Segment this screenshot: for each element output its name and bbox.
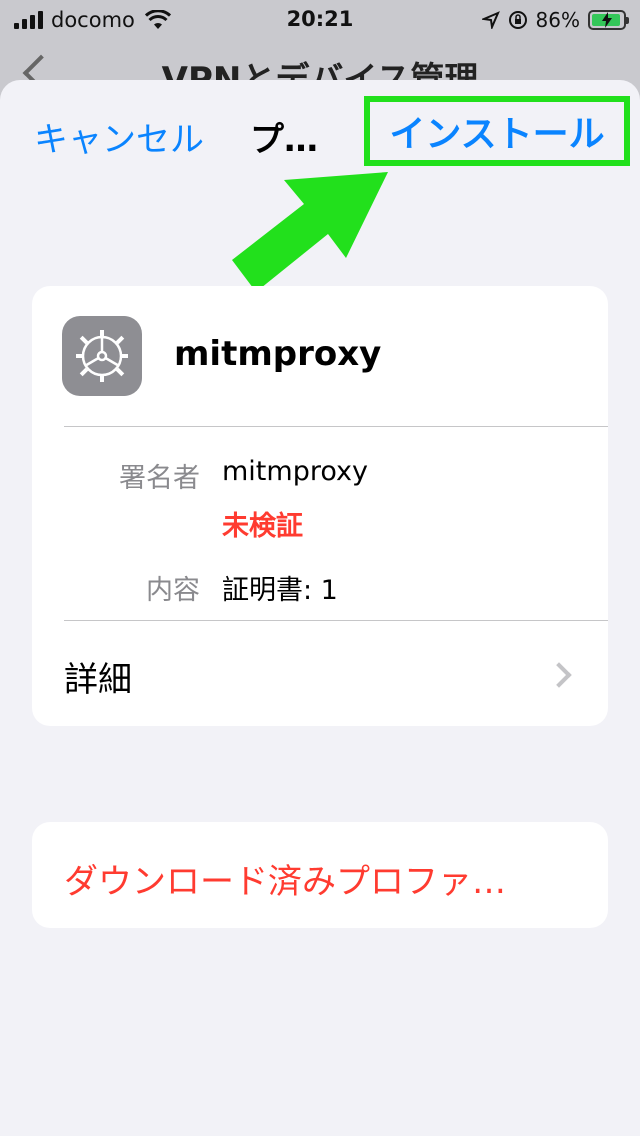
battery-icon: [588, 10, 629, 30]
orientation-lock-icon: [508, 11, 527, 29]
sheet-title: プ…: [250, 120, 318, 160]
remove-profile-card[interactable]: ダウンロード済みプロファ…: [32, 822, 608, 928]
contents-label: 内容: [146, 575, 200, 606]
battery-percentage: 86%: [535, 8, 580, 32]
divider: [64, 620, 608, 621]
details-row[interactable]: 詳細: [64, 652, 132, 701]
contents-value: 証明書: 1: [222, 575, 338, 606]
signer-status: 未検証: [222, 511, 303, 542]
divider: [64, 426, 608, 427]
cancel-button[interactable]: キャンセル: [34, 112, 204, 161]
status-right: 86%: [481, 8, 629, 32]
remove-downloaded-profile-button[interactable]: ダウンロード済みプロファ…: [64, 854, 506, 903]
chevron-right-icon: [546, 662, 572, 688]
settings-gear-icon: [62, 316, 142, 396]
signer-label: 署名者: [119, 463, 200, 494]
status-bar: docomo 20:21 86%: [0, 0, 640, 40]
install-profile-sheet: キャンセル プ… インストール mitmproxy 署名者 mitmproxy …: [0, 80, 640, 1136]
install-button[interactable]: インストール: [364, 96, 630, 166]
highlight-arrow-icon: [232, 172, 388, 292]
location-icon: [481, 11, 500, 29]
profile-card: mitmproxy 署名者 mitmproxy 未検証 内容 証明書: 1 詳細: [32, 286, 608, 726]
signer-value: mitmproxy: [222, 456, 368, 487]
profile-name: mitmproxy: [174, 334, 382, 374]
